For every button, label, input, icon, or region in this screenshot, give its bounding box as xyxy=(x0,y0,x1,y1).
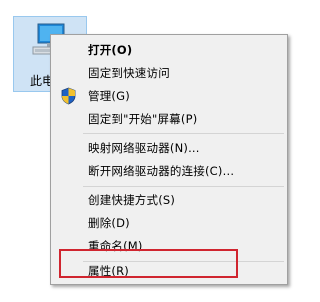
menu-item-create-shortcut[interactable]: 创建快捷方式(S) xyxy=(51,189,287,211)
menu-item-delete[interactable]: 删除(D) xyxy=(51,212,287,234)
context-menu: 打开(O) 固定到快速访问 管理(G) 固定到"开始"屏幕(P) 映射网络驱动器… xyxy=(50,34,288,285)
menu-item-pin-start[interactable]: 固定到"开始"屏幕(P) xyxy=(51,108,287,130)
menu-item-label: 打开(O) xyxy=(88,43,133,57)
menu-item-label: 断开网络驱动器的连接(C)... xyxy=(88,164,235,178)
menu-separator xyxy=(83,186,284,187)
menu-item-disconnect-network-drive[interactable]: 断开网络驱动器的连接(C)... xyxy=(51,160,287,182)
desktop: 此电 打开(O) 固定到快速访问 管理(G) 固定到"开始"屏幕(P) 映射网络… xyxy=(0,0,316,302)
menu-item-properties[interactable]: 属性(R) xyxy=(51,260,287,282)
menu-item-label: 重命名(M) xyxy=(88,239,143,253)
menu-item-label: 管理(G) xyxy=(88,89,130,103)
menu-separator xyxy=(83,133,284,134)
menu-item-manage[interactable]: 管理(G) xyxy=(51,85,287,107)
uac-shield-icon xyxy=(61,87,76,105)
menu-item-map-network-drive[interactable]: 映射网络驱动器(N)... xyxy=(51,137,287,159)
menu-item-open[interactable]: 打开(O) xyxy=(51,39,287,61)
menu-item-label: 映射网络驱动器(N)... xyxy=(88,141,200,155)
menu-item-label: 固定到"开始"屏幕(P) xyxy=(88,112,198,126)
menu-item-label: 创建快捷方式(S) xyxy=(88,193,176,207)
menu-item-label: 固定到快速访问 xyxy=(88,66,170,80)
menu-item-label: 删除(D) xyxy=(88,216,130,230)
menu-item-rename[interactable]: 重命名(M) xyxy=(51,235,287,257)
menu-item-label: 属性(R) xyxy=(88,264,129,278)
menu-item-pin-quick-access[interactable]: 固定到快速访问 xyxy=(51,62,287,84)
